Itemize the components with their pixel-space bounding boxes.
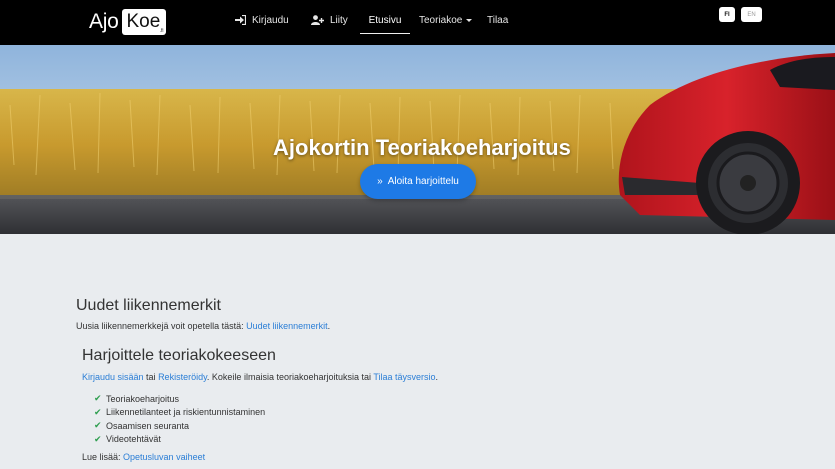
- check-icon: ✔: [94, 393, 102, 404]
- check-icon: ✔: [94, 406, 102, 417]
- new-signs-heading: Uudet liikennemerkit: [76, 297, 221, 314]
- read-more-label: Lue lisää:: [82, 452, 124, 462]
- new-signs-text-end: .: [327, 321, 331, 331]
- read-more-paragraph: Lue lisää: Opetusluvan vaiheet: [82, 452, 205, 462]
- nav-theory-dropdown[interactable]: Teoriakoe: [419, 0, 473, 40]
- nav-theory-label: Teoriakoe: [419, 14, 463, 26]
- feature-label: Osaamisen seuranta: [106, 420, 190, 431]
- nav-home-active-indicator: [360, 33, 410, 34]
- sign-in-icon: [235, 15, 246, 25]
- feature-label: Liikennetilanteet ja riskientunnistamine…: [106, 407, 266, 418]
- logo-ajo: Ajo: [89, 10, 119, 33]
- nav-order[interactable]: Tilaa: [487, 0, 508, 40]
- feature-list: ✔ Teoriakoeharjoitus ✔ Liikennetilanteet j…: [94, 392, 265, 446]
- start-practice-label: Aloita harjoittelu: [387, 176, 459, 187]
- nav-login-label: Kirjaudu: [252, 14, 289, 26]
- nav-home-label: Etusivu: [368, 14, 402, 26]
- login-link[interactable]: Kirjaudu sisään: [82, 372, 144, 382]
- nav-login[interactable]: Kirjaudu: [235, 0, 289, 40]
- double-chevron-right-icon: »: [377, 176, 383, 187]
- hero-title-text: Ajokortin Teoriakoeharjoitus: [273, 135, 571, 160]
- register-link[interactable]: Rekisteröidy: [158, 372, 207, 382]
- logo-fi: .fi: [159, 28, 164, 34]
- list-item: ✔ Osaamisen seuranta: [94, 419, 265, 433]
- new-signs-link[interactable]: Uudet liikennemerkit: [246, 321, 328, 331]
- practice-text-end: .: [435, 372, 439, 382]
- caret-down-icon: [466, 18, 473, 22]
- feature-label: Videotehtävät: [106, 434, 161, 445]
- learner-permit-link[interactable]: Opetusluvan vaiheet: [123, 452, 205, 462]
- feature-label: Teoriakoeharjoitus: [106, 393, 180, 404]
- list-item: ✔ Teoriakoeharjoitus: [94, 392, 265, 406]
- navbar: Ajo Koe .fi Kirjaudu Liity Etusivu Teori…: [0, 0, 835, 45]
- order-full-link[interactable]: Tilaa täysversio: [373, 372, 435, 382]
- nav-home[interactable]: Etusivu: [360, 0, 410, 40]
- list-item: ✔ Liikennetilanteet ja riskientunnistamin…: [94, 406, 265, 420]
- lang-fi-button[interactable]: FI: [719, 7, 735, 22]
- user-plus-icon: [311, 15, 324, 25]
- lang-en-button[interactable]: EN: [741, 7, 762, 22]
- practice-paragraph: Kirjaudu sisään tai Rekisteröidy. Kokeil…: [82, 372, 438, 382]
- logo[interactable]: Ajo Koe .fi: [89, 9, 167, 35]
- check-icon: ✔: [94, 433, 102, 444]
- nav-order-label: Tilaa: [487, 14, 509, 26]
- nav-join[interactable]: Liity: [311, 0, 348, 40]
- logo-koe: Koe: [126, 11, 161, 32]
- check-icon: ✔: [94, 420, 102, 431]
- practice-text: . Kokeile ilmaisia teoriakoeharjoituksia…: [206, 372, 374, 382]
- nav-join-label: Liity: [330, 14, 348, 26]
- list-item: ✔ Videotehtävät: [94, 433, 265, 447]
- start-practice-button[interactable]: » Aloita harjoittelu: [360, 164, 476, 199]
- practice-heading: Harjoittele teoriakokeeseen: [82, 347, 276, 364]
- new-signs-paragraph: Uusia liikennemerkkejä voit opetella täs…: [76, 321, 330, 331]
- practice-or: tai: [143, 372, 159, 382]
- logo-koe-box: Koe .fi: [122, 9, 167, 35]
- new-signs-text: Uusia liikennemerkkejä voit opetella täs…: [76, 321, 247, 331]
- hero-banner: Ajokortin Teoriakoeharjoitus » Aloita ha…: [0, 45, 835, 234]
